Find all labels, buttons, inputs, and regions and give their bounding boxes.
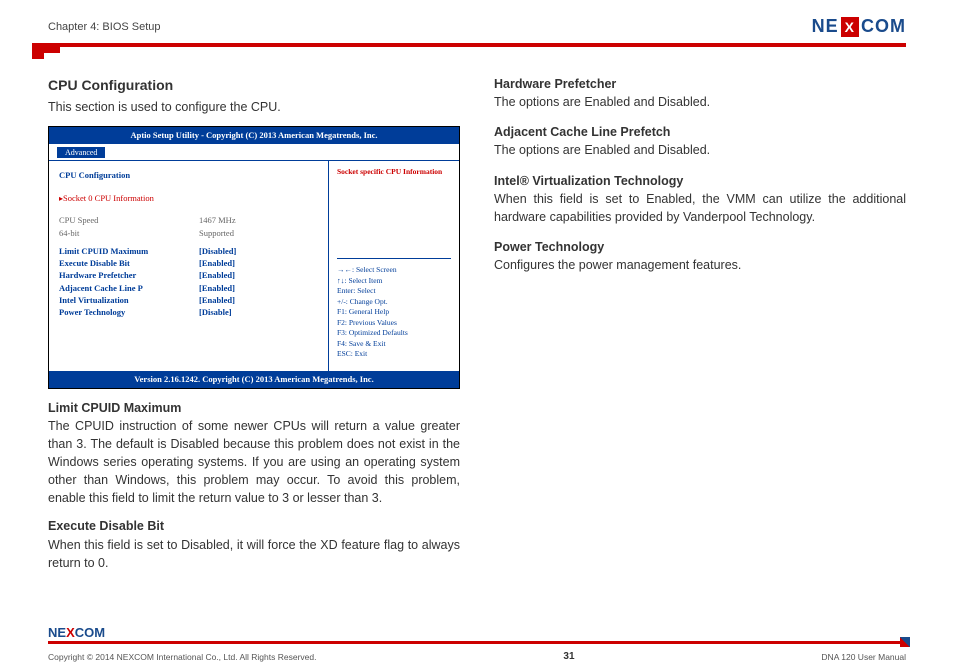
chapter-label: Chapter 4: BIOS Setup	[48, 21, 161, 33]
bios-header: CPU Configuration	[59, 169, 318, 181]
footer-bar	[48, 641, 906, 644]
bios-row: Limit CPUID Maximum[Disabled]	[59, 245, 318, 257]
description-body: Configures the power management features…	[494, 256, 906, 274]
bios-row: CPU Speed1467 MHz	[59, 214, 318, 226]
copyright: Copyright © 2014 NEXCOM International Co…	[48, 652, 316, 662]
page-header: Chapter 4: BIOS Setup NEXCOM	[0, 0, 954, 43]
bios-help-line: +/-: Change Opt.	[337, 297, 451, 308]
bios-help-line: F2: Previous Values	[337, 318, 451, 329]
footer-logo: NEXCOM	[48, 625, 105, 640]
right-column: Hardware PrefetcherThe options are Enabl…	[494, 75, 906, 578]
manual-name: DNA 120 User Manual	[821, 652, 906, 662]
bios-row: Execute Disable Bit[Enabled]	[59, 257, 318, 269]
bios-side-title: Socket specific CPU Information	[337, 167, 451, 259]
limit-cpuid-heading: Limit CPUID Maximum	[48, 399, 460, 417]
description-group: Adjacent Cache Line PrefetchThe options …	[494, 123, 906, 159]
limit-cpuid-body: The CPUID instruction of some newer CPUs…	[48, 417, 460, 508]
content-area: CPU Configuration This section is used t…	[0, 47, 954, 588]
bios-help-line: →←: Select Screen	[337, 265, 451, 276]
bios-title-bar: Aptio Setup Utility - Copyright (C) 2013…	[49, 127, 459, 143]
page-footer: Copyright © 2014 NEXCOM International Co…	[48, 651, 906, 662]
bios-selected-item: Socket 0 CPU Information	[59, 192, 318, 205]
execute-disable-body: When this field is set to Disabled, it w…	[48, 536, 460, 572]
bios-help-keys: →←: Select Screen↑↓: Select ItemEnter: S…	[337, 265, 451, 360]
bios-side-panel: Socket specific CPU Information →←: Sele…	[329, 161, 459, 371]
description-group: Intel® Virtualization TechnologyWhen thi…	[494, 172, 906, 226]
logo-x-icon: X	[841, 17, 859, 37]
description-group: Power TechnologyConfigures the power man…	[494, 238, 906, 274]
description-body: The options are Enabled and Disabled.	[494, 141, 906, 159]
bios-footer: Version 2.16.1242. Copyright (C) 2013 Am…	[49, 371, 459, 387]
description-body: The options are Enabled and Disabled.	[494, 93, 906, 111]
bios-tab-advanced: Advanced	[57, 147, 105, 158]
description-group: Hardware PrefetcherThe options are Enabl…	[494, 75, 906, 111]
description-heading: Hardware Prefetcher	[494, 75, 906, 93]
bios-gray-rows: CPU Speed1467 MHz64-bitSupported	[59, 214, 318, 239]
section-title: CPU Configuration	[48, 75, 460, 95]
description-heading: Intel® Virtualization Technology	[494, 172, 906, 190]
nexcom-logo: NEXCOM	[812, 16, 906, 37]
section-subtitle: This section is used to configure the CP…	[48, 98, 460, 116]
bios-row: Intel Virtualization[Enabled]	[59, 294, 318, 306]
description-heading: Adjacent Cache Line Prefetch	[494, 123, 906, 141]
description-body: When this field is set to Enabled, the V…	[494, 190, 906, 226]
bios-row: Power Technology[Disable]	[59, 306, 318, 318]
bios-row: Adjacent Cache Line P[Enabled]	[59, 282, 318, 294]
bios-blue-rows: Limit CPUID Maximum[Disabled]Execute Dis…	[59, 245, 318, 319]
bios-help-line: F4: Save & Exit	[337, 339, 451, 350]
bios-row: Hardware Prefetcher[Enabled]	[59, 269, 318, 281]
bios-row: 64-bitSupported	[59, 227, 318, 239]
bios-help-line: F3: Optimized Defaults	[337, 328, 451, 339]
bios-help-line: ↑↓: Select Item	[337, 276, 451, 287]
bios-tab-bar: Advanced	[49, 144, 459, 162]
page-number: 31	[563, 651, 574, 662]
description-heading: Power Technology	[494, 238, 906, 256]
execute-disable-heading: Execute Disable Bit	[48, 517, 460, 535]
bios-help-line: ESC: Exit	[337, 349, 451, 360]
bios-main-panel: CPU Configuration Socket 0 CPU Informati…	[49, 161, 329, 371]
bios-help-line: Enter: Select	[337, 286, 451, 297]
bios-help-line: F1: General Help	[337, 307, 451, 318]
bios-body: CPU Configuration Socket 0 CPU Informati…	[49, 161, 459, 371]
header-bar	[48, 43, 906, 47]
bios-screenshot: Aptio Setup Utility - Copyright (C) 2013…	[48, 126, 460, 388]
left-column: CPU Configuration This section is used t…	[48, 75, 460, 578]
